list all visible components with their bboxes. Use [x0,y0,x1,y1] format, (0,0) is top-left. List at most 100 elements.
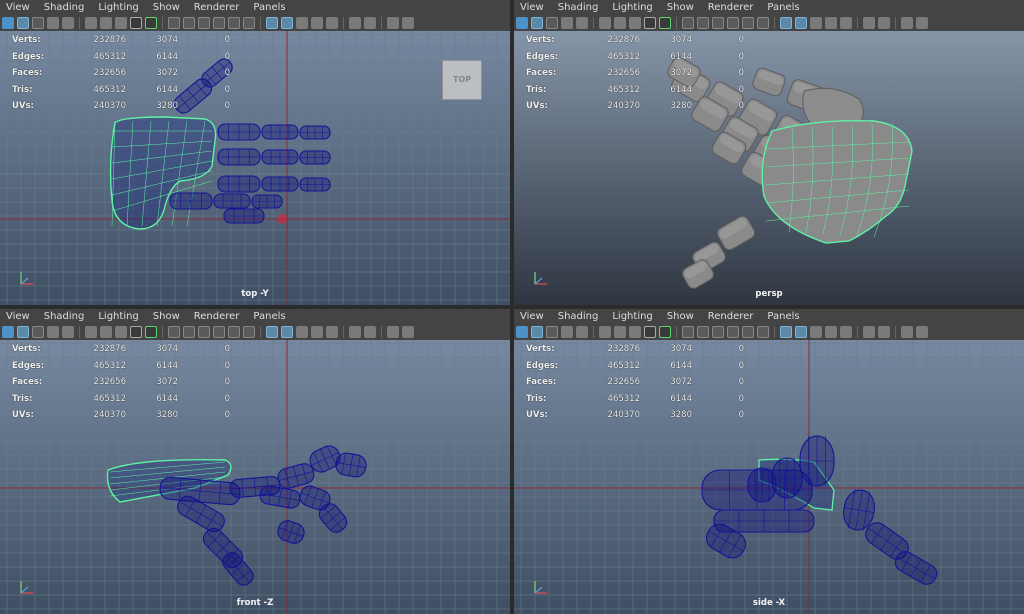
menu-lighting[interactable]: Lighting [606,311,660,322]
film-gate-icon[interactable] [825,326,837,338]
smooth-shade-icon[interactable] [878,326,890,338]
resolution-gate-icon[interactable] [326,17,338,29]
lights-icon[interactable] [916,326,928,338]
finger-middle[interactable] [213,193,251,209]
menu-view[interactable]: View [0,2,38,13]
image-plane-icon[interactable] [47,17,59,29]
image-plane-icon[interactable] [795,326,807,338]
finger-distal[interactable] [299,125,331,140]
textured-icon[interactable] [387,326,399,338]
menu-renderer[interactable]: Renderer [188,311,248,322]
finger-proximal[interactable] [169,192,213,210]
lights-icon[interactable] [682,326,694,338]
finger-stack-wire[interactable] [799,435,835,487]
textured-icon[interactable] [145,17,157,29]
xray-icon[interactable] [213,326,225,338]
grid-icon[interactable] [810,17,822,29]
camera-attributes-icon[interactable] [757,17,769,29]
camera-attributes-icon[interactable] [17,17,29,29]
lights-icon[interactable] [402,326,414,338]
wireframe-icon[interactable] [629,326,641,338]
finger-proximal[interactable] [217,123,261,141]
finger-distal[interactable] [299,150,331,165]
select-camera-icon[interactable] [228,17,240,29]
camera-attributes-icon[interactable] [531,326,543,338]
wireframe-icon[interactable] [349,326,361,338]
grid-icon[interactable] [296,17,308,29]
resolution-gate-icon[interactable] [100,326,112,338]
bookmark-icon[interactable] [780,326,792,338]
pinky-segment[interactable] [223,208,265,224]
menu-view[interactable]: View [0,311,38,322]
image-plane-icon[interactable] [281,326,293,338]
menu-view[interactable]: View [514,2,552,13]
xray-icon[interactable] [727,326,739,338]
grid-icon[interactable] [62,326,74,338]
isolate-icon[interactable] [198,326,210,338]
menu-show[interactable]: Show [147,311,188,322]
wireframe-icon[interactable] [115,326,127,338]
menu-panels[interactable]: Panels [761,311,807,322]
menu-panels[interactable]: Panels [761,2,807,13]
textured-icon[interactable] [387,17,399,29]
camera-attributes-icon[interactable] [531,17,543,29]
bookmark-icon[interactable] [546,326,558,338]
menu-show[interactable]: Show [661,311,702,322]
menu-renderer[interactable]: Renderer [702,2,762,13]
top-view-panel[interactable]: View Shading Lighting Show Renderer Panels Ver… [0,0,510,305]
side-view-panel[interactable]: View Shading Lighting Show Renderer Panels Ver… [514,309,1024,614]
film-gate-icon[interactable] [599,17,611,29]
persp-view-panel[interactable]: View Shading Lighting Show Renderer Panels Ver… [514,0,1024,305]
film-gate-icon[interactable] [311,326,323,338]
select-camera-icon[interactable] [228,326,240,338]
menu-view[interactable]: View [514,311,552,322]
finger-middle[interactable] [261,124,299,140]
film-gate-icon[interactable] [85,326,97,338]
shadows-icon[interactable] [697,17,709,29]
menu-shading[interactable]: Shading [552,311,607,322]
menu-shading[interactable]: Shading [38,311,93,322]
camera-attributes-icon[interactable] [243,326,255,338]
grid-icon[interactable] [810,326,822,338]
resolution-gate-icon[interactable] [840,17,852,29]
finger-proximal[interactable] [217,175,261,193]
film-gate-icon[interactable] [311,17,323,29]
menu-renderer[interactable]: Renderer [188,2,248,13]
finger-proximal[interactable] [217,148,261,166]
finger-distal[interactable] [251,194,283,209]
smooth-shade-icon[interactable] [878,17,890,29]
finger-stack-wire[interactable] [771,457,803,499]
menu-shading[interactable]: Shading [38,2,93,13]
menu-renderer[interactable]: Renderer [702,311,762,322]
menu-lighting[interactable]: Lighting [92,2,146,13]
lights-icon[interactable] [402,17,414,29]
resolution-gate-icon[interactable] [100,17,112,29]
smooth-shade-icon[interactable] [130,17,142,29]
textured-icon[interactable] [659,326,671,338]
textured-icon[interactable] [901,326,913,338]
bookmark-icon[interactable] [266,17,278,29]
viewcube-top[interactable]: TOP [442,60,482,100]
film-gate-icon[interactable] [85,17,97,29]
select-camera-icon[interactable] [516,17,528,29]
film-gate-icon[interactable] [825,17,837,29]
wireframe-icon[interactable] [863,17,875,29]
menu-lighting[interactable]: Lighting [92,311,146,322]
bookmark-icon[interactable] [32,326,44,338]
wireframe-icon[interactable] [629,17,641,29]
resolution-gate-icon[interactable] [326,326,338,338]
menu-show[interactable]: Show [661,2,702,13]
film-gate-icon[interactable] [599,326,611,338]
textured-icon[interactable] [659,17,671,29]
isolate-icon[interactable] [198,17,210,29]
resolution-gate-icon[interactable] [614,326,626,338]
shadows-icon[interactable] [697,326,709,338]
bookmark-icon[interactable] [266,326,278,338]
wireframe-icon[interactable] [349,17,361,29]
select-camera-icon[interactable] [2,326,14,338]
image-plane-icon[interactable] [47,326,59,338]
shadows-icon[interactable] [183,326,195,338]
bookmark-icon[interactable] [546,17,558,29]
smooth-shade-icon[interactable] [644,17,656,29]
shadows-icon[interactable] [183,17,195,29]
